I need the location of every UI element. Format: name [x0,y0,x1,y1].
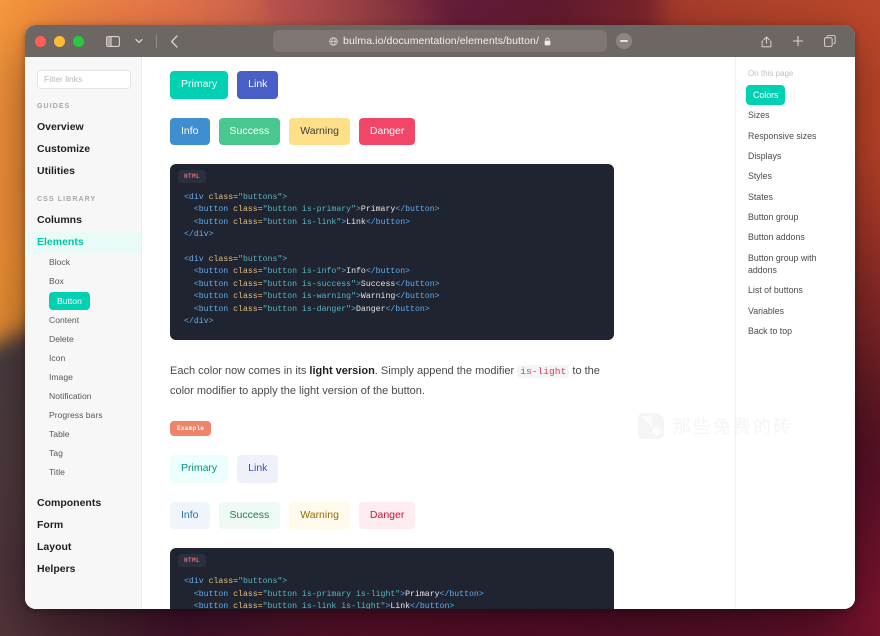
back-arrow-icon[interactable] [163,30,185,52]
paragraph-part-2: . Simply append the modifier [374,365,518,378]
on-this-page-title: On this page [748,69,794,78]
toc-item-responsive-sizes[interactable]: Responsive sizes [746,125,843,145]
toc-item-colors[interactable]: Colors [746,85,786,105]
sidebar-item-overview[interactable]: Overview [25,116,141,138]
sidebar-item-layout[interactable]: Layout [25,536,141,558]
toc-item-sizes[interactable]: Sizes [746,105,843,125]
browser-window: bulma.io/documentation/elements/button/ [25,25,855,609]
sidebar-item-progress-bars[interactable]: Progress bars [25,406,141,425]
maximize-window-button[interactable] [73,35,84,47]
filter-links-input[interactable] [37,69,131,89]
window-traffic-lights [35,35,84,47]
extension-icon[interactable] [616,33,632,49]
sidebar-item-box[interactable]: Box [25,272,141,291]
documentation-sidebar: GUIDES Overview Customize Utilities CSS … [25,57,142,609]
button-danger-light[interactable]: Danger [358,501,416,530]
share-icon[interactable] [755,30,777,52]
sidebar-toggle-icon[interactable] [102,30,124,52]
button-link-light[interactable]: Link [237,455,279,483]
sidebar-item-title[interactable]: Title [25,463,141,482]
content-inner: Primary Link Info Success Warning Danger… [142,71,642,609]
toc-item-list-of-buttons[interactable]: List of buttons [746,280,843,300]
plus-icon[interactable] [787,30,809,52]
button-warning[interactable]: Warning [289,117,350,145]
light-buttons-row-1: Primary Link [170,455,614,483]
sidebar-item-icon[interactable]: Icon [25,349,141,368]
sidebar-section-css-library-label: CSS LIBRARY [37,195,97,203]
sidebar-item-helpers[interactable]: Helpers [25,558,141,580]
sidebar-item-tag[interactable]: Tag [25,444,141,463]
code-block-light-buttons: HTML <div class="buttons"> <button class… [170,548,614,609]
toc-item-button-group-with-addons[interactable]: Button group with addons [746,248,843,280]
button-info-light[interactable]: Info [170,501,210,530]
minimize-window-button[interactable] [54,35,65,47]
sidebar-section-guides-label: GUIDES [37,102,71,110]
sidebar-item-columns[interactable]: Columns [25,209,141,231]
on-this-page-nav: On this page Colors Sizes Responsive siz… [735,57,855,609]
button-info[interactable]: Info [170,117,210,145]
example-badge: Example [170,421,212,437]
code-snippet-light[interactable]: <div class="buttons"> <button class="but… [170,548,614,609]
sidebar-item-utilities[interactable]: Utilities [25,160,141,182]
inline-code-is-light: is-light [517,365,570,379]
toc-item-button-addons[interactable]: Button addons [746,227,843,247]
toc-item-back-to-top[interactable]: Back to top [746,321,843,341]
sidebar-item-table[interactable]: Table [25,425,141,444]
button-success-light[interactable]: Success [218,501,281,530]
light-buttons-row-2: Info Success Warning Danger [170,501,614,530]
address-bar[interactable]: bulma.io/documentation/elements/button/ [273,30,607,52]
toolbar-right-actions [755,30,845,52]
globe-icon [329,36,338,46]
sidebar-item-components[interactable]: Components [25,492,141,514]
code-language-badge-2: HTML [178,554,207,568]
close-window-button[interactable] [35,35,46,47]
main-content: Primary Link Info Success Warning Danger… [142,57,735,609]
button-danger[interactable]: Danger [358,117,416,145]
button-link[interactable]: Link [237,71,279,99]
button-primary-light[interactable]: Primary [170,455,229,483]
toc-item-displays[interactable]: Displays [746,146,843,166]
solid-buttons-row-1: Primary Link [170,71,614,99]
solid-buttons-row-2: Info Success Warning Danger [170,117,614,145]
light-version-paragraph: Each color now comes in its light versio… [170,362,614,401]
url-text: bulma.io/documentation/elements/button/ [343,35,539,47]
browser-titlebar: bulma.io/documentation/elements/button/ [25,25,855,57]
button-primary[interactable]: Primary [170,71,229,99]
paragraph-part-1: Each color now comes in its [170,365,310,378]
button-warning-light[interactable]: Warning [289,501,350,530]
button-success[interactable]: Success [218,117,281,145]
lock-icon [544,37,551,46]
paragraph-bold-light-version: light version [309,365,375,378]
filter-links-wrapper [25,69,141,89]
toc-item-styles[interactable]: Styles [746,166,843,186]
sidebar-item-block[interactable]: Block [25,253,141,272]
sidebar-item-content[interactable]: Content [25,311,141,330]
sidebar-item-elements[interactable]: Elements [25,230,141,253]
sidebar-item-button[interactable]: Button [49,291,90,310]
toc-item-states[interactable]: States [746,187,843,207]
toc-item-variables[interactable]: Variables [746,300,843,320]
toc-item-button-group[interactable]: Button group [746,207,843,227]
navigation-controls [102,30,185,52]
code-language-badge: HTML [178,170,207,183]
sidebar-item-notification[interactable]: Notification [25,387,141,406]
code-snippet-solid[interactable]: <div class="buttons"> <button class="but… [170,164,614,340]
sidebar-item-customize[interactable]: Customize [25,138,141,160]
tabs-icon[interactable] [819,30,841,52]
sidebar-item-form[interactable]: Form [25,514,141,536]
code-block-solid-buttons: HTML <div class="buttons"> <button class… [170,164,614,341]
toolbar-divider [156,34,157,48]
sidebar-item-image[interactable]: Image [25,368,141,387]
sidebar-item-delete[interactable]: Delete [25,330,141,349]
chevron-down-icon[interactable] [128,30,150,52]
page-body: GUIDES Overview Customize Utilities CSS … [25,57,855,609]
